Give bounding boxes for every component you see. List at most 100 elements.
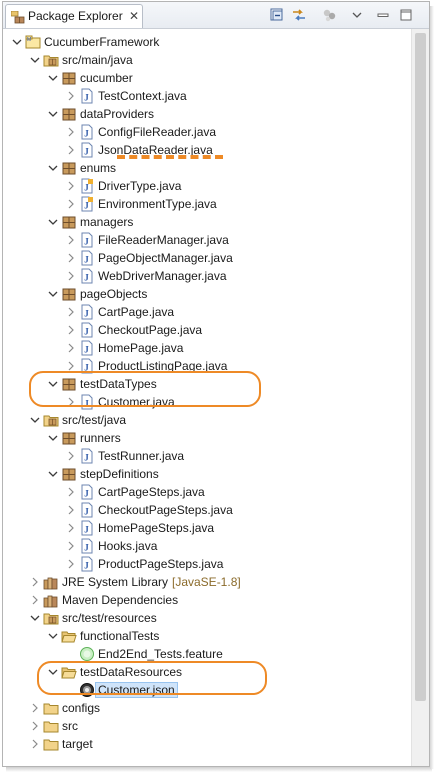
tree-item[interactable]: dataProviders [3, 105, 411, 123]
collapsed-arrow-icon[interactable] [65, 323, 77, 337]
collapse-all-icon[interactable] [268, 6, 286, 24]
collapsed-arrow-icon[interactable] [65, 557, 77, 571]
source-folder-icon [43, 613, 59, 625]
minimize-icon[interactable] [374, 6, 392, 24]
focus-on-active-task-icon[interactable] [321, 6, 339, 24]
expanded-arrow-icon[interactable] [47, 107, 59, 121]
collapsed-arrow-icon[interactable] [65, 179, 77, 193]
tree-item-label: Customer.java [98, 395, 175, 409]
tree-item[interactable]: J ProductPageSteps.java [3, 555, 411, 573]
tree-item[interactable]: JRE System Library [JavaSE-1.8] [3, 573, 411, 591]
tree-item[interactable]: runners [3, 429, 411, 447]
collapsed-arrow-icon[interactable] [65, 503, 77, 517]
collapsed-arrow-icon[interactable] [65, 521, 77, 535]
tree-item[interactable]: J CartPage.java [3, 303, 411, 321]
tree-item[interactable]: J CheckoutPageSteps.java [3, 501, 411, 519]
expanded-arrow-icon[interactable] [47, 71, 59, 85]
tree-item[interactable]: functionalTests [3, 627, 411, 645]
vertical-scrollbar[interactable] [411, 29, 429, 766]
tree-item[interactable]: M CucumberFramework [3, 33, 411, 51]
collapsed-arrow-icon[interactable] [65, 395, 77, 409]
expanded-arrow-icon[interactable] [11, 35, 23, 49]
tree-item[interactable]: J Customer.java [3, 393, 411, 411]
tree-item[interactable]: J JsonDataReader.java [3, 141, 411, 159]
expanded-arrow-icon[interactable] [47, 377, 59, 391]
collapsed-arrow-icon[interactable] [65, 341, 77, 355]
tree-item[interactable]: Customer.json [3, 681, 411, 699]
tree-item[interactable]: J EnvironmentType.java [3, 195, 411, 213]
collapsed-arrow-icon[interactable] [29, 575, 41, 589]
scrollbar-thumb[interactable] [415, 33, 426, 701]
tree-item-label: runners [80, 431, 121, 445]
tree-item[interactable]: J PageObjectManager.java [3, 249, 411, 267]
collapsed-arrow-icon[interactable] [65, 269, 77, 283]
tree-item[interactable]: J DriverType.java [3, 177, 411, 195]
tree-item-label: CheckoutPageSteps.java [98, 503, 233, 517]
tree-item[interactable]: J WebDriverManager.java [3, 267, 411, 285]
collapsed-arrow-icon[interactable] [29, 593, 41, 607]
collapsed-arrow-icon[interactable] [65, 485, 77, 499]
tree-item[interactable]: J CheckoutPage.java [3, 321, 411, 339]
expanded-arrow-icon[interactable] [47, 431, 59, 445]
tree-item[interactable]: src/main/java [3, 51, 411, 69]
tree-item[interactable]: pageObjects [3, 285, 411, 303]
expanded-arrow-icon[interactable] [47, 287, 59, 301]
expanded-arrow-icon[interactable] [47, 629, 59, 643]
tree-item[interactable]: J HomePageSteps.java [3, 519, 411, 537]
link-with-editor-icon[interactable] [290, 6, 308, 24]
tree-item[interactable]: src [3, 717, 411, 735]
expanded-arrow-icon[interactable] [47, 467, 59, 481]
svg-text:J: J [84, 327, 89, 337]
collapsed-arrow-icon[interactable] [65, 359, 77, 373]
collapsed-arrow-icon[interactable] [29, 701, 41, 715]
maximize-icon[interactable] [397, 6, 415, 24]
tab-package-explorer[interactable]: Package Explorer ✕ [5, 4, 143, 28]
expanded-arrow-icon[interactable] [29, 611, 41, 625]
tree-item[interactable]: cucumber [3, 69, 411, 87]
tree-item[interactable]: Maven Dependencies [3, 591, 411, 609]
source-folder-icon [43, 55, 59, 67]
expanded-arrow-icon[interactable] [47, 161, 59, 175]
view-menu-chevron-icon[interactable] [348, 6, 366, 24]
collapsed-arrow-icon[interactable] [65, 251, 77, 265]
tree-item[interactable]: testDataTypes [3, 375, 411, 393]
tree-item[interactable]: target [3, 735, 411, 753]
tree-item[interactable]: src/test/resources [3, 609, 411, 627]
tree-item[interactable]: J TestContext.java [3, 87, 411, 105]
tree-item[interactable]: J ProductListingPage.java [3, 357, 411, 375]
tree-item-label: testDataTypes [80, 377, 157, 391]
collapsed-arrow-icon[interactable] [65, 539, 77, 553]
expanded-arrow-icon[interactable] [47, 665, 59, 679]
tree-item[interactable]: testDataResources [3, 663, 411, 681]
tree-item[interactable]: J HomePage.java [3, 339, 411, 357]
tree-item-label: CucumberFramework [44, 35, 160, 49]
collapsed-arrow-icon[interactable] [65, 143, 77, 157]
collapsed-arrow-icon[interactable] [65, 233, 77, 247]
tree-item[interactable]: configs [3, 699, 411, 717]
tree-item[interactable]: J Hooks.java [3, 537, 411, 555]
collapsed-arrow-icon[interactable] [65, 89, 77, 103]
expanded-arrow-icon[interactable] [47, 215, 59, 229]
tree-item[interactable]: stepDefinitions [3, 465, 411, 483]
tree-item[interactable]: managers [3, 213, 411, 231]
collapsed-arrow-icon[interactable] [29, 737, 41, 751]
close-icon[interactable]: ✕ [129, 9, 139, 23]
collapsed-arrow-icon[interactable] [65, 449, 77, 463]
tree-item[interactable]: enums [3, 159, 411, 177]
tree-item[interactable]: End2End_Tests.feature [3, 645, 411, 663]
tree-item[interactable]: J TestRunner.java [3, 447, 411, 465]
tree-item[interactable]: J CartPageSteps.java [3, 483, 411, 501]
tree-item[interactable]: J FileReaderManager.java [3, 231, 411, 249]
tree-item[interactable]: J ConfigFileReader.java [3, 123, 411, 141]
collapsed-arrow-icon[interactable] [65, 305, 77, 319]
collapsed-arrow-icon[interactable] [65, 197, 77, 211]
collapsed-arrow-icon[interactable] [65, 125, 77, 139]
tree-item-label: CartPageSteps.java [98, 485, 205, 499]
svg-text:J: J [84, 489, 89, 499]
collapsed-arrow-icon[interactable] [29, 719, 41, 733]
java-file-icon: J [81, 124, 93, 140]
expanded-arrow-icon[interactable] [29, 53, 41, 67]
tree-item[interactable]: src/test/java [3, 411, 411, 429]
expanded-arrow-icon[interactable] [29, 413, 41, 427]
svg-text:J: J [84, 309, 89, 319]
